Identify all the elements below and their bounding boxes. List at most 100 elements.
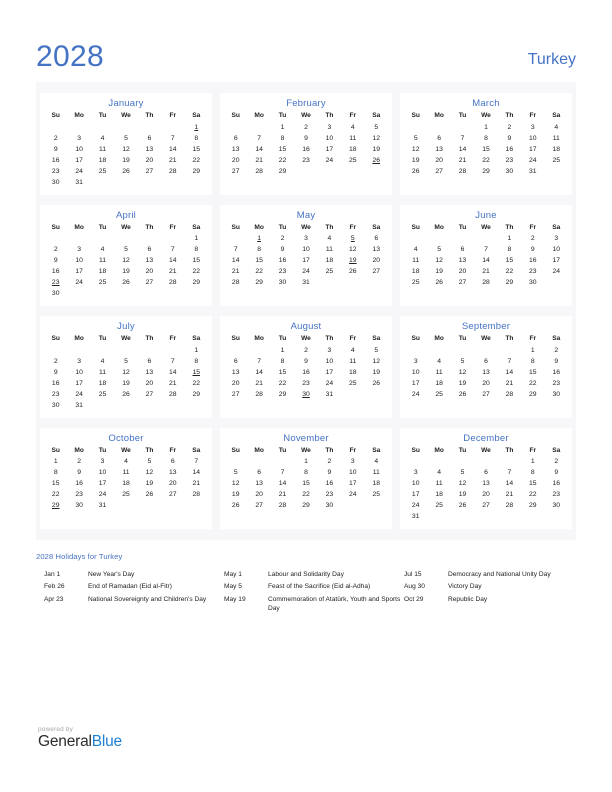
day-cell: 6 xyxy=(484,357,488,365)
week-row: 25 26 27 28 29 30 xyxy=(404,278,568,289)
day-cell: 14 xyxy=(169,145,177,153)
week-row: 9 10 11 12 13 14 15 xyxy=(44,256,208,267)
weekday-header-tu: Tu xyxy=(98,223,107,231)
day-cell: 19 xyxy=(411,156,420,164)
weekday-header-mo: Mo xyxy=(254,446,264,454)
month-name: December xyxy=(463,432,509,444)
day-cell: 2 xyxy=(53,134,58,142)
day-cell: 23 xyxy=(302,379,310,387)
day-cell: 4 xyxy=(350,346,355,354)
day-cell: 4 xyxy=(100,134,105,142)
day-cell: 25 xyxy=(349,379,357,387)
day-cell: 10 xyxy=(98,469,107,477)
weekday-header-th: Th xyxy=(325,112,334,119)
day-cell: 4 xyxy=(124,458,128,466)
weekday-header-tu: Tu xyxy=(278,446,287,454)
day-cell-empty xyxy=(247,346,270,357)
week-row: 16 17 18 19 20 21 22 xyxy=(44,267,208,278)
weekday-header-fr: Fr xyxy=(529,112,537,119)
month-card-february: February Su Mo Tu We Th Fr Sa 1 2 3 4 5 6 7 8 9 10 11 12 13… xyxy=(220,93,392,195)
day-cell: 7 xyxy=(280,469,285,477)
day-cell: 16 xyxy=(51,268,60,276)
legend-item-date: Jan 1 xyxy=(44,571,61,578)
day-cell: 20 xyxy=(255,491,263,499)
weekday-header-th: Th xyxy=(145,223,154,231)
day-cell: 15 xyxy=(302,480,310,488)
day-cell: 24 xyxy=(75,279,83,287)
day-cell: 15 xyxy=(192,145,201,153)
day-cell: 8 xyxy=(484,134,488,142)
day-cell: 5 xyxy=(460,469,465,477)
weekday-header-mo: Mo xyxy=(74,223,84,231)
day-cell: 12 xyxy=(458,480,467,488)
day-cell: 10 xyxy=(75,257,83,265)
weekday-header-tu: Tu xyxy=(278,335,287,343)
day-cell: 1 xyxy=(484,123,488,131)
day-cell-empty xyxy=(545,167,568,178)
day-cell: 13 xyxy=(145,257,154,265)
weekday-header-sa: Sa xyxy=(192,112,201,119)
day-cell: 18 xyxy=(435,379,443,387)
weekday-header-fr: Fr xyxy=(169,112,177,119)
day-cell: 23 xyxy=(325,491,334,499)
legend-item: Aug 30 Victory Day xyxy=(404,582,574,591)
day-cell: 2 xyxy=(304,346,308,354)
weekday-header-tu: Tu xyxy=(278,223,287,231)
day-cell: 19 xyxy=(122,379,130,387)
day-cell: 30 xyxy=(75,502,83,510)
day-cell-empty xyxy=(91,234,114,245)
day-cell: 14 xyxy=(169,257,177,265)
day-cell: 2 xyxy=(77,458,82,466)
day-cell: 22 xyxy=(529,379,537,387)
day-cell: 12 xyxy=(145,469,154,477)
day-cell: 28 xyxy=(169,279,177,287)
day-cell: 17 xyxy=(325,368,334,376)
day-cell: 20 xyxy=(372,257,381,265)
day-cell: 4 xyxy=(100,357,105,365)
day-cell: 27 xyxy=(482,390,490,398)
month-name: June xyxy=(475,209,497,221)
day-cell: 9 xyxy=(304,357,308,365)
day-cell: 28 xyxy=(505,390,514,398)
day-cell-holiday: 5 xyxy=(350,235,355,243)
day-cell: 19 xyxy=(458,491,467,499)
legend-columns: Jan 1 New Year's Day Feb 26 End of Ramadan … xyxy=(36,570,576,616)
day-cell: 18 xyxy=(435,491,443,499)
day-cell: 7 xyxy=(257,357,262,365)
day-cell: 16 xyxy=(51,379,60,387)
day-cell: 9 xyxy=(554,357,559,365)
day-cell: 25 xyxy=(435,390,443,398)
day-cell: 1 xyxy=(304,458,308,466)
weekday-header-mo: Mo xyxy=(254,335,264,343)
week-row: 12 13 14 15 16 17 18 xyxy=(404,145,568,156)
day-cell: 20 xyxy=(145,379,154,387)
holiday-legend: 2028 Holidays for Turkey Jan 1 New Year's… xyxy=(36,552,576,616)
week-row: 17 18 19 20 21 22 23 xyxy=(404,490,568,501)
day-cell-empty xyxy=(451,346,474,357)
generalblue-logo[interactable]: GeneralBlue xyxy=(38,733,122,750)
day-cell: 10 xyxy=(529,134,537,142)
weekday-header-we: We xyxy=(121,112,131,119)
legend-item: May 1 Labour and Solidarity Day xyxy=(224,570,404,579)
week-row: 20 21 22 23 24 25 26 xyxy=(224,379,388,390)
day-cell: 21 xyxy=(505,491,514,499)
day-cell: 2 xyxy=(507,123,512,131)
day-cell: 12 xyxy=(122,257,130,265)
weekday-header-tu: Tu xyxy=(278,112,287,119)
day-cell: 27 xyxy=(435,167,443,175)
day-cell: 11 xyxy=(412,257,420,265)
day-cell: 25 xyxy=(372,491,381,499)
day-cell: 7 xyxy=(507,469,512,477)
day-cell: 5 xyxy=(374,123,379,131)
weekday-header-we: We xyxy=(121,223,131,231)
day-cell: 11 xyxy=(99,368,107,376)
weekday-header-fr: Fr xyxy=(529,223,537,231)
day-cell: 26 xyxy=(122,390,130,398)
day-cell: 29 xyxy=(278,390,287,398)
day-cell: 4 xyxy=(437,357,442,365)
legend-item: May 5 Feast of the Sacrifice (Eid al-Adha… xyxy=(224,582,404,591)
day-cell: 14 xyxy=(192,469,201,477)
week-row: 30 xyxy=(44,289,208,300)
day-cell-empty xyxy=(161,346,184,357)
day-cell: 22 xyxy=(192,156,201,164)
